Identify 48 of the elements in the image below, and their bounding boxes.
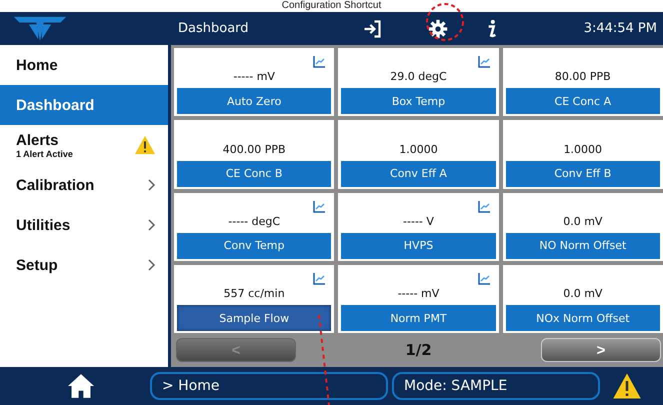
clock-time: 3:44:54 PM [584,21,657,36]
tile-button[interactable]: Norm PMT [341,305,496,331]
trend-chart-icon[interactable] [313,272,326,285]
tile-button[interactable]: NOx Norm Offset [506,305,660,331]
logo-icon [12,14,68,42]
chevron-icon [148,219,156,231]
reading-value: 0.0 mV [563,287,602,300]
settings-icon[interactable] [428,18,448,38]
tile-button[interactable]: HVPS [341,232,496,259]
trend-chart-icon[interactable] [478,200,490,212]
mode-field: Mode: SAMPLE [392,372,600,400]
reading-value: 0.0 mV [563,214,602,228]
warning-icon [134,135,156,155]
chevron-icon [148,259,156,271]
reading-value: ----- degC [228,214,280,228]
trend-chart-icon[interactable] [478,272,490,285]
breadcrumb-field: > Home [150,372,388,400]
reading-value: 1.0000 [399,142,438,156]
reading-value: 29.0 degC [390,70,447,84]
page-title: Dashboard [178,21,250,36]
reading-value: ----- V [403,214,434,228]
tile-button[interactable]: Conv Temp [177,232,332,259]
tile-button[interactable]: CE Conc A [506,88,660,114]
callout-circle [425,2,465,42]
trend-chart-icon[interactable] [478,56,490,68]
reading-value: 80.00 PPB [554,70,611,84]
warning-icon[interactable] [612,372,642,400]
reading-value: ----- mV [398,287,440,300]
next-page-button[interactable]: > [541,338,661,362]
page-indicator: 1/2 [404,341,433,359]
sidebar-item[interactable]: Dashboard [0,85,168,125]
tile-button[interactable]: Conv Eff B [506,160,660,186]
tile-button[interactable]: Box Temp [341,88,496,114]
reading-value: ----- mV [233,70,275,84]
tile-button[interactable]: Sample Flow [177,305,332,331]
annotation-caption: Configuration Shortcut [282,0,382,12]
reading-value: 400.00 PPB [222,142,286,156]
chevron-icon [148,179,156,191]
login-icon[interactable] [362,18,382,38]
home-icon[interactable] [66,373,96,399]
tile-button[interactable]: CE Conc B [177,160,332,186]
reading-value: 557 cc/min [224,287,285,300]
tile-button[interactable]: Conv Eff A [341,160,496,186]
trend-chart-icon[interactable] [313,56,326,68]
tile-button[interactable]: Auto Zero [177,88,332,114]
tile-button[interactable]: NO Norm Offset [506,232,660,259]
reading-value: 1.0000 [564,142,602,156]
trend-chart-icon[interactable] [313,200,326,212]
